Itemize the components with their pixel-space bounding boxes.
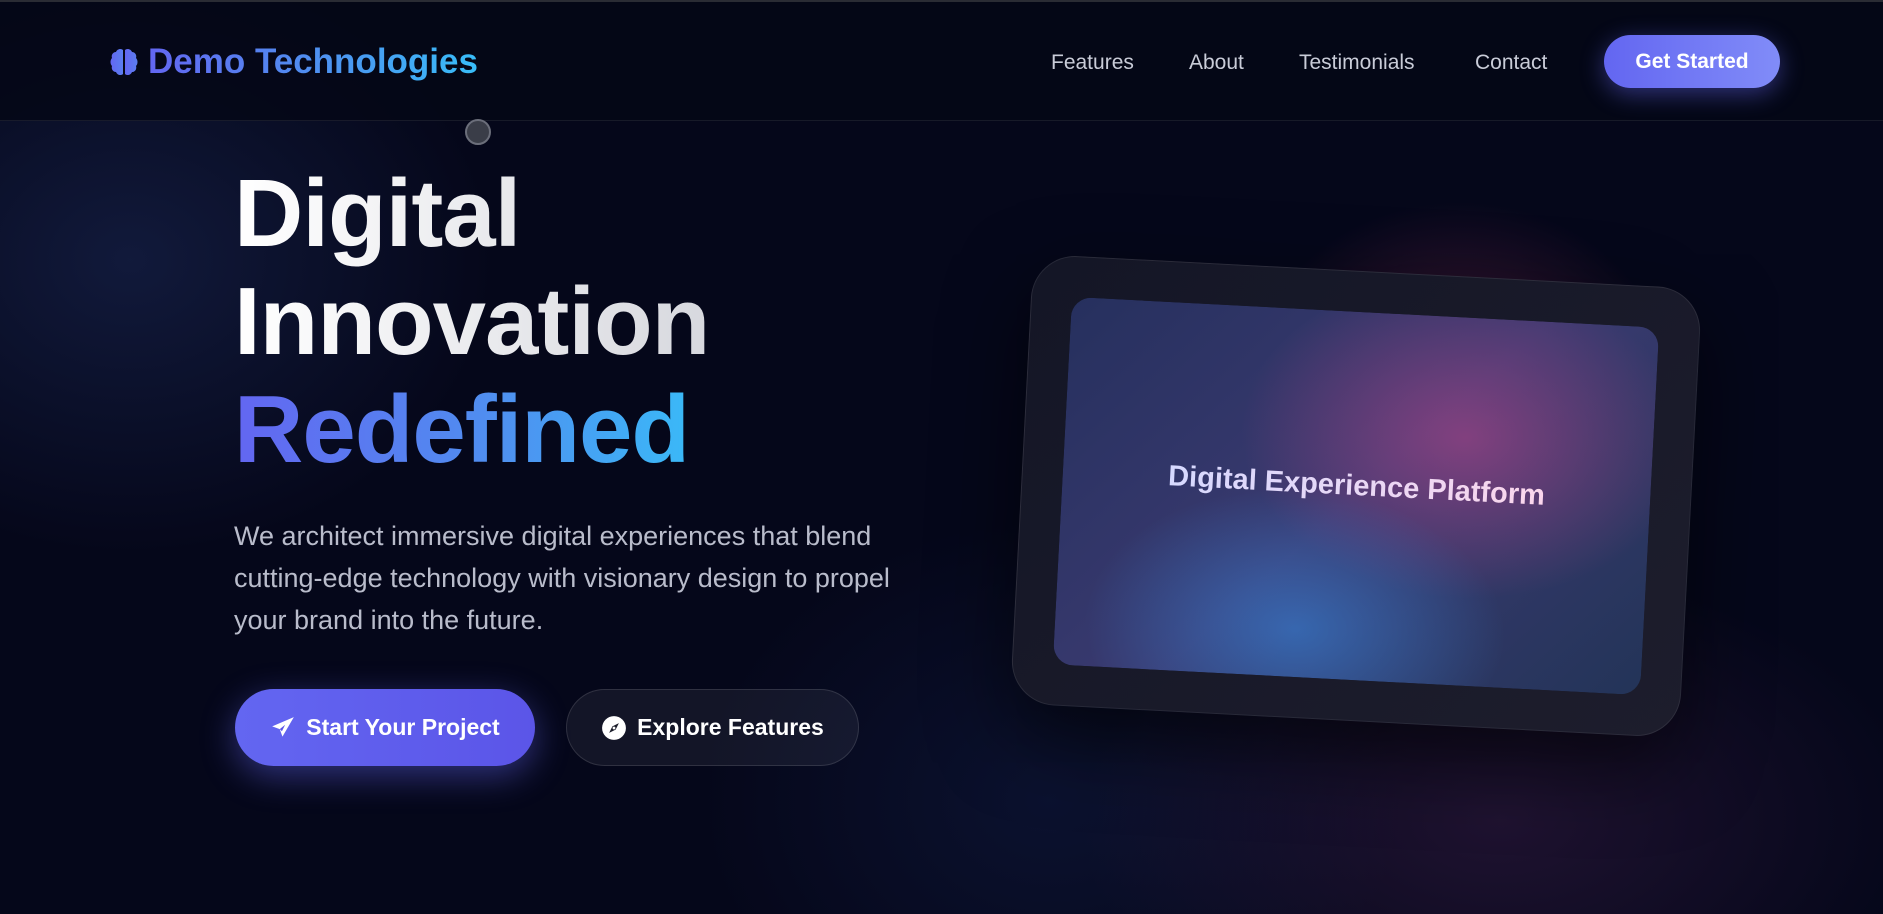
- device-screen: Digital Experience Platform: [1052, 296, 1660, 696]
- device-mockup: Digital Experience Platform: [1009, 253, 1703, 739]
- nav-link-testimonials[interactable]: Testimonials: [1299, 48, 1415, 78]
- hero-title-line-2: Innovation: [234, 268, 710, 375]
- start-project-label: Start Your Project: [306, 714, 500, 740]
- hero-description: We architect immersive digital experienc…: [234, 521, 890, 635]
- hero-title-accent: Redefined: [234, 376, 709, 484]
- start-project-button[interactable]: Start Your Project: [235, 689, 535, 766]
- top-navigation-bar: Demo Technologies Features About Testimo…: [0, 2, 1883, 121]
- hero-title: Digital Innovation Redefined: [234, 160, 710, 484]
- device-screen-text: Digital Experience Platform: [1167, 459, 1546, 512]
- custom-cursor: [465, 119, 491, 145]
- get-started-button[interactable]: Get Started: [1604, 35, 1780, 88]
- brand-name: Demo Technologies: [148, 42, 478, 81]
- explore-features-label: Explore Features: [637, 714, 824, 740]
- compass-icon: [602, 715, 627, 740]
- window-top-border: [0, 0, 1883, 2]
- brain-icon: [110, 48, 138, 76]
- hero-title-line-1: Digital: [234, 160, 709, 268]
- brand-logo[interactable]: Demo Technologies: [108, 40, 478, 84]
- explore-features-button[interactable]: Explore Features: [566, 689, 859, 766]
- nav-link-contact[interactable]: Contact: [1475, 48, 1547, 78]
- paper-plane-icon: [272, 716, 295, 737]
- nav-link-about[interactable]: About: [1189, 48, 1244, 78]
- nav-link-features[interactable]: Features: [1051, 48, 1134, 78]
